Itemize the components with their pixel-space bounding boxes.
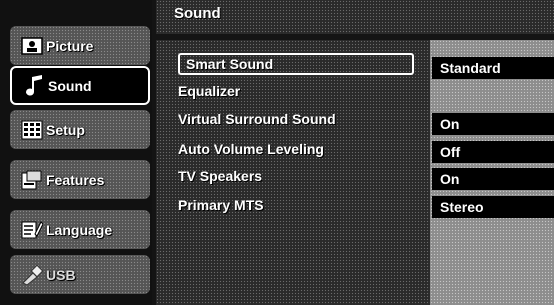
menu-item-auto-volume-leveling[interactable]: Auto Volume Leveling bbox=[178, 138, 324, 160]
menu-item-virtual-surround[interactable]: Virtual Surround Sound bbox=[178, 108, 336, 130]
primary-mts-value: Stereo bbox=[432, 196, 554, 218]
smart-sound-value: Standard bbox=[432, 57, 554, 79]
virtual-surround-value: On bbox=[432, 113, 554, 135]
sidebar-item-language[interactable]: Language bbox=[10, 210, 150, 249]
auto-volume-value: Off bbox=[432, 141, 554, 163]
menu-item-primary-mts[interactable]: Primary MTS bbox=[178, 194, 264, 216]
sidebar-item-label: Features bbox=[46, 171, 105, 188]
tv-menu-screen: Picture Sound Setup Features Language US… bbox=[0, 0, 554, 305]
sidebar-item-label: Sound bbox=[48, 77, 92, 94]
sidebar-item-picture[interactable]: Picture bbox=[10, 26, 150, 65]
music-note-icon bbox=[22, 74, 46, 97]
language-icon bbox=[20, 219, 44, 241]
sidebar-item-label: Language bbox=[46, 221, 113, 238]
menu-item-label: Smart Sound bbox=[186, 56, 274, 72]
sidebar-item-sound[interactable]: Sound bbox=[10, 66, 150, 105]
sidebar-item-features[interactable]: Features bbox=[10, 160, 150, 199]
sidebar-item-label: Picture bbox=[46, 37, 94, 54]
page-title: Sound bbox=[174, 5, 221, 22]
picture-icon bbox=[20, 35, 44, 57]
sidebar-item-usb[interactable]: USB bbox=[10, 255, 150, 294]
menu-item-label: TV Speakers bbox=[178, 168, 263, 184]
tv-speakers-value: On bbox=[432, 168, 554, 190]
menu-item-label: Equalizer bbox=[178, 83, 241, 99]
sidebar-item-setup[interactable]: Setup bbox=[10, 110, 150, 149]
sidebar-item-label: USB bbox=[46, 266, 76, 283]
menu-item-tv-speakers[interactable]: TV Speakers bbox=[178, 165, 262, 187]
menu-item-label: Auto Volume Leveling bbox=[178, 141, 324, 157]
sound-menu-panel: Sound Smart Sound Standard Equalizer Vir… bbox=[156, 0, 554, 305]
menu-item-label: Virtual Surround Sound bbox=[178, 111, 336, 127]
menu-item-equalizer[interactable]: Equalizer bbox=[178, 80, 240, 102]
features-icon bbox=[20, 169, 44, 191]
menu-item-label: Primary MTS bbox=[178, 197, 264, 213]
usb-icon bbox=[20, 264, 44, 286]
menu-item-smart-sound[interactable]: Smart Sound bbox=[178, 53, 414, 75]
sidebar: Picture Sound Setup Features Language US… bbox=[0, 0, 152, 305]
sidebar-item-label: Setup bbox=[46, 121, 85, 138]
title-bar: Sound bbox=[156, 0, 554, 34]
grid-icon bbox=[20, 119, 44, 141]
